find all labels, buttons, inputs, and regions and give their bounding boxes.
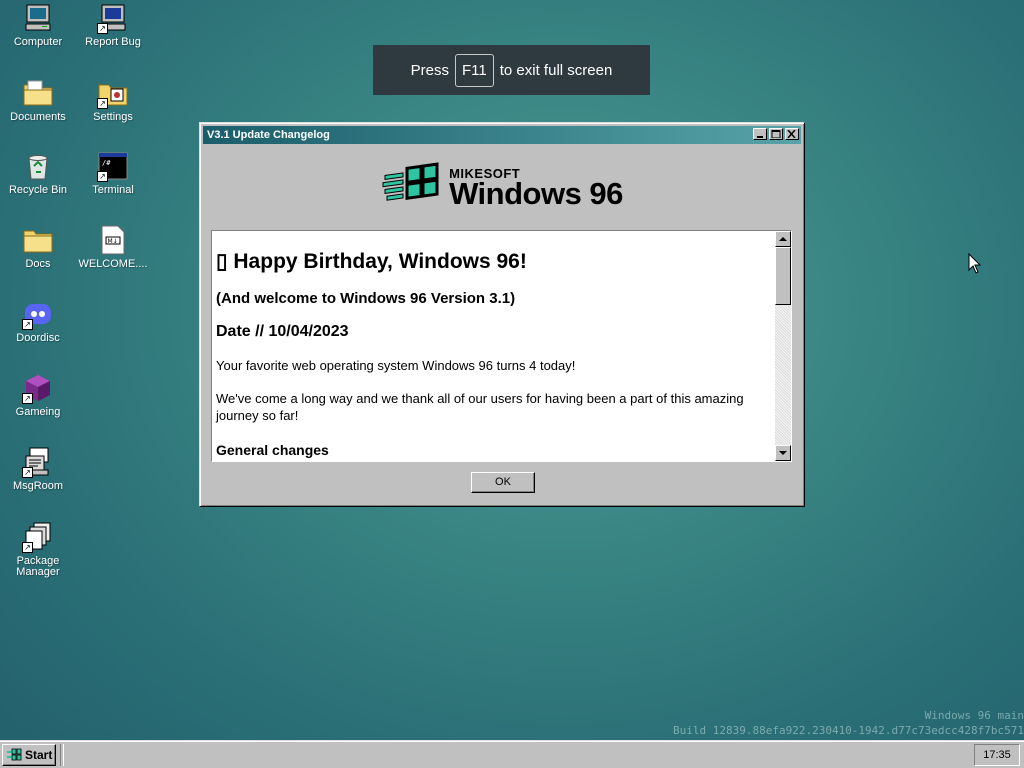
settings-icon: ↗ (97, 77, 129, 109)
changelog-window: V3.1 Update Changelog MIKESOFT Windows 9… (199, 122, 805, 507)
desktop-icon-label: MsgRoom (12, 480, 64, 492)
gameing-cube-icon: ↗ (22, 372, 54, 404)
close-button[interactable] (785, 128, 799, 140)
svg-text:/#: /# (102, 159, 111, 167)
recycle-bin-icon (22, 150, 54, 182)
desktop-icon-docs[interactable]: Docs (1, 224, 75, 270)
desktop-icon-label: Terminal (92, 184, 134, 196)
desktop-icon-label: Computer (13, 36, 63, 48)
markdown-file-icon: M↓ (97, 224, 129, 256)
arrow-down-icon (779, 451, 787, 455)
window-titlebar[interactable]: V3.1 Update Changelog (203, 126, 801, 144)
desktop-icon-label: Documents (10, 111, 66, 123)
banner-suffix-text: to exit full screen (499, 61, 613, 79)
changelog-section-heading: General changes (216, 442, 329, 458)
shortcut-arrow-icon: ↗ (97, 23, 108, 34)
maximize-button[interactable] (769, 128, 783, 140)
changelog-paragraph: We've come a long way and we thank all o… (216, 391, 744, 423)
minimize-icon (757, 136, 763, 138)
doordisc-icon: ↗ (22, 298, 54, 330)
desktop-icon-label: Recycle Bin (8, 184, 68, 196)
desktop-icon-package-manager[interactable]: ↗ Package Manager (1, 521, 75, 578)
banner-press-text: Press (410, 61, 450, 79)
desktop-icon-label: Gameing (15, 406, 61, 418)
package-manager-icon: ↗ (22, 521, 54, 553)
msgroom-icon: ↗ (22, 446, 54, 478)
mouse-cursor-icon (968, 253, 982, 274)
logo-text: MIKESOFT Windows 96 (449, 167, 623, 211)
window-title: V3.1 Update Changelog (207, 129, 330, 141)
report-bug-icon: ↗ (97, 2, 129, 34)
start-logo-icon (7, 748, 22, 761)
terminal-icon: /# ↗ (97, 150, 129, 182)
shortcut-arrow-icon: ↗ (22, 393, 33, 404)
start-button[interactable]: Start (2, 744, 56, 766)
desktop-icon-label: Doordisc (16, 332, 60, 344)
taskbar-clock[interactable]: 17:35 (974, 744, 1020, 766)
desktop-icon-label: Settings (93, 111, 133, 123)
computer-icon (22, 2, 54, 34)
desktop-icon-label: Report Bug (85, 36, 141, 48)
changelog-date: Date // 10/04/2023 (216, 323, 349, 340)
desktop-icon-doordisc[interactable]: ↗ Doordisc (1, 298, 75, 344)
vertical-scrollbar[interactable] (775, 231, 791, 461)
desktop-icon-documents[interactable]: Documents (1, 77, 75, 123)
scroll-up-button[interactable] (775, 231, 791, 247)
minimize-button[interactable] (753, 128, 767, 140)
desktop-icon-recycle-bin[interactable]: Recycle Bin (1, 150, 75, 196)
documents-folder-icon (22, 77, 54, 109)
changelog-content[interactable]: ▯ Happy Birthday, Windows 96! (And welco… (211, 230, 792, 462)
desktop-icon-label: Docs (25, 258, 51, 270)
shortcut-arrow-icon: ↗ (22, 467, 33, 478)
desktop-icon-welcome[interactable]: M↓ WELCOME.... (76, 224, 150, 270)
taskbar: Start 17:35 (0, 740, 1024, 768)
build-line-2: Build 12839.88efa922.230410-1942.d77c73e… (673, 724, 1024, 737)
changelog-text: ▯ Happy Birthday, Windows 96! (And welco… (216, 231, 772, 458)
changelog-heading: ▯ Happy Birthday, Windows 96! (216, 250, 527, 273)
desktop-icon-settings[interactable]: ↗ Settings (76, 77, 150, 123)
desktop-icon-label: Package Manager (16, 555, 60, 578)
taskbar-separator (60, 744, 64, 766)
fullscreen-banner: Press F11 to exit full screen (373, 45, 650, 95)
scroll-thumb[interactable] (775, 247, 791, 305)
desktop-icon-gameing[interactable]: ↗ Gameing (1, 372, 75, 418)
f11-key: F11 (455, 53, 494, 87)
desktop-icon-report-bug[interactable]: ↗ Report Bug (76, 2, 150, 48)
changelog-paragraph: Your favorite web operating system Windo… (216, 358, 576, 373)
arrow-up-icon (779, 237, 787, 241)
close-icon (787, 130, 796, 138)
shortcut-arrow-icon: ↗ (97, 98, 108, 109)
desktop-icon-msgroom[interactable]: ↗ MsgRoom (1, 446, 75, 492)
windows-flag-icon (382, 161, 439, 201)
start-label: Start (25, 748, 53, 762)
shortcut-arrow-icon: ↗ (22, 542, 33, 553)
logo-product: Windows 96 (449, 175, 623, 211)
build-line-1: Windows 96 main (924, 709, 1024, 722)
ok-button[interactable]: OK (471, 472, 535, 493)
svg-text:M↓: M↓ (108, 238, 118, 245)
windows96-logo: MIKESOFT Windows 96 (203, 146, 801, 229)
desktop-icon-terminal[interactable]: /# ↗ Terminal (76, 150, 150, 196)
shortcut-arrow-icon: ↗ (97, 171, 108, 182)
desktop-icon-computer[interactable]: Computer (1, 2, 75, 48)
maximize-icon (771, 130, 781, 138)
build-watermark: Windows 96 main Build 12839.88efa922.230… (644, 708, 1024, 738)
changelog-subheading: (And welcome to Windows 96 Version 3.1) (216, 290, 516, 307)
scroll-down-button[interactable] (775, 445, 791, 461)
desktop-icon-label: WELCOME.... (78, 258, 148, 270)
folder-icon (22, 224, 54, 256)
shortcut-arrow-icon: ↗ (22, 319, 33, 330)
window-controls (751, 128, 799, 140)
